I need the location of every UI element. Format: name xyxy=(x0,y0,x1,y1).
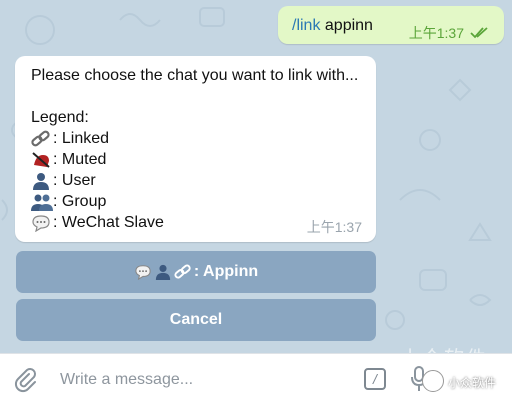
legend-item: : Muted xyxy=(31,149,360,170)
legend-item: : Linked xyxy=(31,128,360,149)
incoming-message: Please choose the chat you want to link … xyxy=(15,56,376,242)
bot-command-button[interactable]: / xyxy=(364,368,386,390)
legend-item-label: : Group xyxy=(53,193,107,210)
incoming-time: 上午1:37 xyxy=(306,219,362,235)
user-icon xyxy=(31,170,53,191)
link-icon xyxy=(174,264,191,279)
speech-bubble-icon xyxy=(135,265,151,280)
slash-icon: / xyxy=(373,371,377,387)
legend-title: Legend: xyxy=(31,109,89,126)
legend-item-label: : WeChat Slave xyxy=(53,214,164,231)
legend-item-label: : Linked xyxy=(53,130,110,147)
command-link[interactable]: /link xyxy=(292,17,320,34)
group-icon xyxy=(31,191,53,212)
link-icon xyxy=(31,128,53,149)
cancel-button[interactable]: Cancel xyxy=(16,299,376,341)
legend-item-label: : Muted xyxy=(53,151,107,168)
muted-icon xyxy=(31,149,53,170)
message-intro: Please choose the chat you want to link … xyxy=(31,67,359,84)
command-argument: appinn xyxy=(320,17,373,34)
speech-bubble-icon xyxy=(31,212,53,233)
chat-select-button[interactable]: : Appinn xyxy=(16,251,376,293)
message-input[interactable]: Write a message... xyxy=(60,371,193,389)
watermark-logo xyxy=(422,370,444,392)
outgoing-message: /link appinn 上午1:37 xyxy=(278,6,504,44)
legend-item-label: : User xyxy=(53,172,96,189)
paperclip-icon[interactable] xyxy=(12,367,38,393)
user-icon xyxy=(155,264,170,280)
cancel-button-label: Cancel xyxy=(169,311,223,328)
watermark-badge: 小众软件 xyxy=(420,362,512,402)
outgoing-meta: 上午1:37 xyxy=(409,23,490,43)
outgoing-time: 上午1:37 xyxy=(408,25,464,41)
chat-select-button-label: : Appinn xyxy=(193,263,259,280)
watermark-text: 小众软件 xyxy=(448,376,497,390)
legend-item: : Group xyxy=(31,191,360,212)
double-check-icon xyxy=(470,27,488,39)
legend-item: : User xyxy=(31,170,360,191)
